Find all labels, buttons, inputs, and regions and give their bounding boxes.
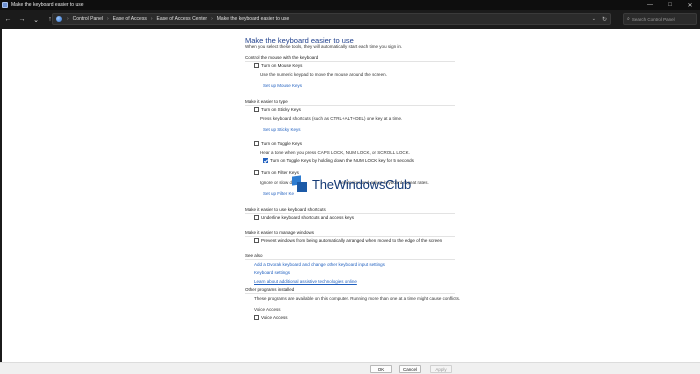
voice-access-program-name: Voice Access: [254, 307, 281, 312]
mouse-keys-checkbox[interactable]: [254, 63, 259, 68]
section-divider: [245, 293, 455, 294]
other-programs-description: These programs are available on this com…: [254, 296, 461, 301]
cancel-button[interactable]: Cancel: [399, 365, 421, 373]
voice-access-checkbox-row[interactable]: Voice Access: [254, 315, 288, 320]
breadcrumb-separator-icon: ›: [150, 16, 153, 22]
watermark-text: TheWindowsClub: [312, 176, 412, 192]
section-divider: [245, 213, 455, 214]
navigation-bar: ← → ⌄ ↑ › Control Panel › Ease of Access…: [0, 10, 700, 29]
left-window-edge: [0, 29, 2, 362]
setup-sticky-keys-link[interactable]: Set up Sticky Keys: [263, 127, 301, 132]
toggle-keys-hold-checkbox-row[interactable]: Turn on Toggle Keys by holding down the …: [263, 158, 414, 163]
back-arrow-icon[interactable]: ←: [2, 14, 14, 26]
page-intro: When you select these tools, they will a…: [245, 44, 403, 49]
mouse-keys-description: Use the numeric keypad to move the mouse…: [260, 72, 387, 77]
breadcrumb-ease-of-access[interactable]: Ease of Access: [113, 16, 147, 22]
section-title-shortcuts: Make it easier to use keyboard shortcuts: [245, 207, 326, 212]
address-dropdown-chevron-icon[interactable]: ⌄: [592, 16, 596, 22]
section-title-typing: Make it easier to type: [245, 99, 288, 104]
section-divider: [245, 61, 455, 62]
breadcrumb-control-panel[interactable]: Control Panel: [73, 16, 103, 22]
toggle-keys-description: Hear a tone when you press CAPS LOCK, NU…: [260, 150, 410, 155]
sticky-keys-label[interactable]: Turn on Sticky Keys: [261, 107, 301, 112]
minimize-button[interactable]: —: [640, 0, 660, 10]
voice-access-checkbox[interactable]: [254, 315, 259, 320]
search-input[interactable]: ⌕ Search Control Panel: [623, 13, 697, 25]
sticky-keys-description: Press keyboard shortcuts (such as CTRL+A…: [260, 116, 403, 121]
underline-shortcuts-label[interactable]: Underline keyboard shortcuts and access …: [261, 215, 354, 220]
underline-shortcuts-checkbox-row[interactable]: Underline keyboard shortcuts and access …: [254, 215, 354, 220]
sticky-keys-checkbox[interactable]: [254, 107, 259, 112]
breadcrumb-ease-of-access-center[interactable]: Ease of Access Center: [157, 16, 208, 22]
refresh-icon[interactable]: ↻: [602, 16, 607, 23]
ok-button[interactable]: OK: [370, 365, 392, 373]
forward-arrow-icon[interactable]: →: [16, 14, 28, 26]
underline-shortcuts-checkbox[interactable]: [254, 215, 259, 220]
section-title-windows: Make it easier to manage windows: [245, 230, 315, 235]
filter-keys-description-start: Ignore or slow d: [260, 180, 293, 185]
search-icon: ⌕: [627, 16, 630, 22]
toggle-keys-checkbox[interactable]: [254, 141, 259, 146]
section-title-see-also: See also: [245, 253, 263, 258]
breadcrumb-separator-icon: ›: [67, 16, 69, 22]
search-placeholder: Search Control Panel: [631, 16, 675, 22]
mouse-keys-checkbox-row[interactable]: Turn on Mouse Keys: [254, 63, 302, 68]
section-title-other-programs: Other programs installed: [245, 287, 295, 292]
thewindowsclub-logo-icon: [292, 175, 308, 192]
breadcrumb-separator-icon: ›: [211, 16, 213, 22]
filter-keys-checkbox[interactable]: [254, 170, 259, 175]
title-bar: Make the keyboard easier to use — □ ✕: [0, 0, 700, 10]
filter-keys-label[interactable]: Turn on Filter Keys: [261, 170, 299, 175]
dvorak-keyboard-link[interactable]: Add a Dvorak keyboard and change other k…: [254, 262, 385, 267]
window-controls: — □ ✕: [640, 0, 700, 10]
toggle-keys-hold-checkbox[interactable]: [263, 158, 268, 163]
breadcrumb-separator-icon: ›: [106, 16, 109, 22]
maximize-button[interactable]: □: [660, 0, 680, 10]
toggle-keys-checkbox-row[interactable]: Turn on Toggle Keys: [254, 141, 302, 146]
apply-button[interactable]: Apply: [430, 365, 452, 373]
toggle-keys-label[interactable]: Turn on Toggle Keys: [261, 141, 302, 146]
prevent-arrange-checkbox[interactable]: [254, 238, 259, 243]
address-bar[interactable]: › Control Panel › Ease of Access › Ease …: [52, 13, 611, 25]
filter-keys-checkbox-row[interactable]: Turn on Filter Keys: [254, 170, 299, 175]
assistive-technologies-link[interactable]: Learn about additional assistive technol…: [254, 279, 357, 284]
mouse-keys-label[interactable]: Turn on Mouse Keys: [261, 63, 302, 68]
section-divider: [245, 236, 455, 237]
control-panel-app-icon: [2, 2, 8, 8]
toggle-keys-hold-label[interactable]: Turn on Toggle Keys by holding down the …: [270, 158, 414, 163]
window-title: Make the keyboard easier to use: [11, 2, 84, 8]
section-divider: [245, 259, 455, 260]
setup-filter-keys-link[interactable]: Set up Filter Ke: [263, 191, 294, 196]
close-button[interactable]: ✕: [680, 0, 700, 10]
prevent-arrange-checkbox-row[interactable]: Prevent windows from being automatically…: [254, 238, 442, 243]
section-divider: [245, 105, 455, 106]
sticky-keys-checkbox-row[interactable]: Turn on Sticky Keys: [254, 107, 301, 112]
prevent-arrange-label[interactable]: Prevent windows from being automatically…: [261, 238, 442, 243]
recent-locations-chevron-icon[interactable]: ⌄: [30, 14, 42, 26]
setup-mouse-keys-link[interactable]: Set up Mouse Keys: [263, 83, 302, 88]
thewindowsclub-watermark: TheWindowsClub: [292, 175, 412, 192]
section-title-mouse: Control the mouse with the keyboard: [245, 55, 319, 60]
dialog-footer: OK Cancel Apply: [0, 362, 700, 374]
control-panel-icon: [56, 16, 62, 22]
voice-access-label[interactable]: Voice Access: [261, 315, 288, 320]
breadcrumb-current-page[interactable]: Make the keyboard easier to use: [217, 16, 290, 22]
keyboard-settings-link[interactable]: Keyboard settings: [254, 270, 290, 275]
